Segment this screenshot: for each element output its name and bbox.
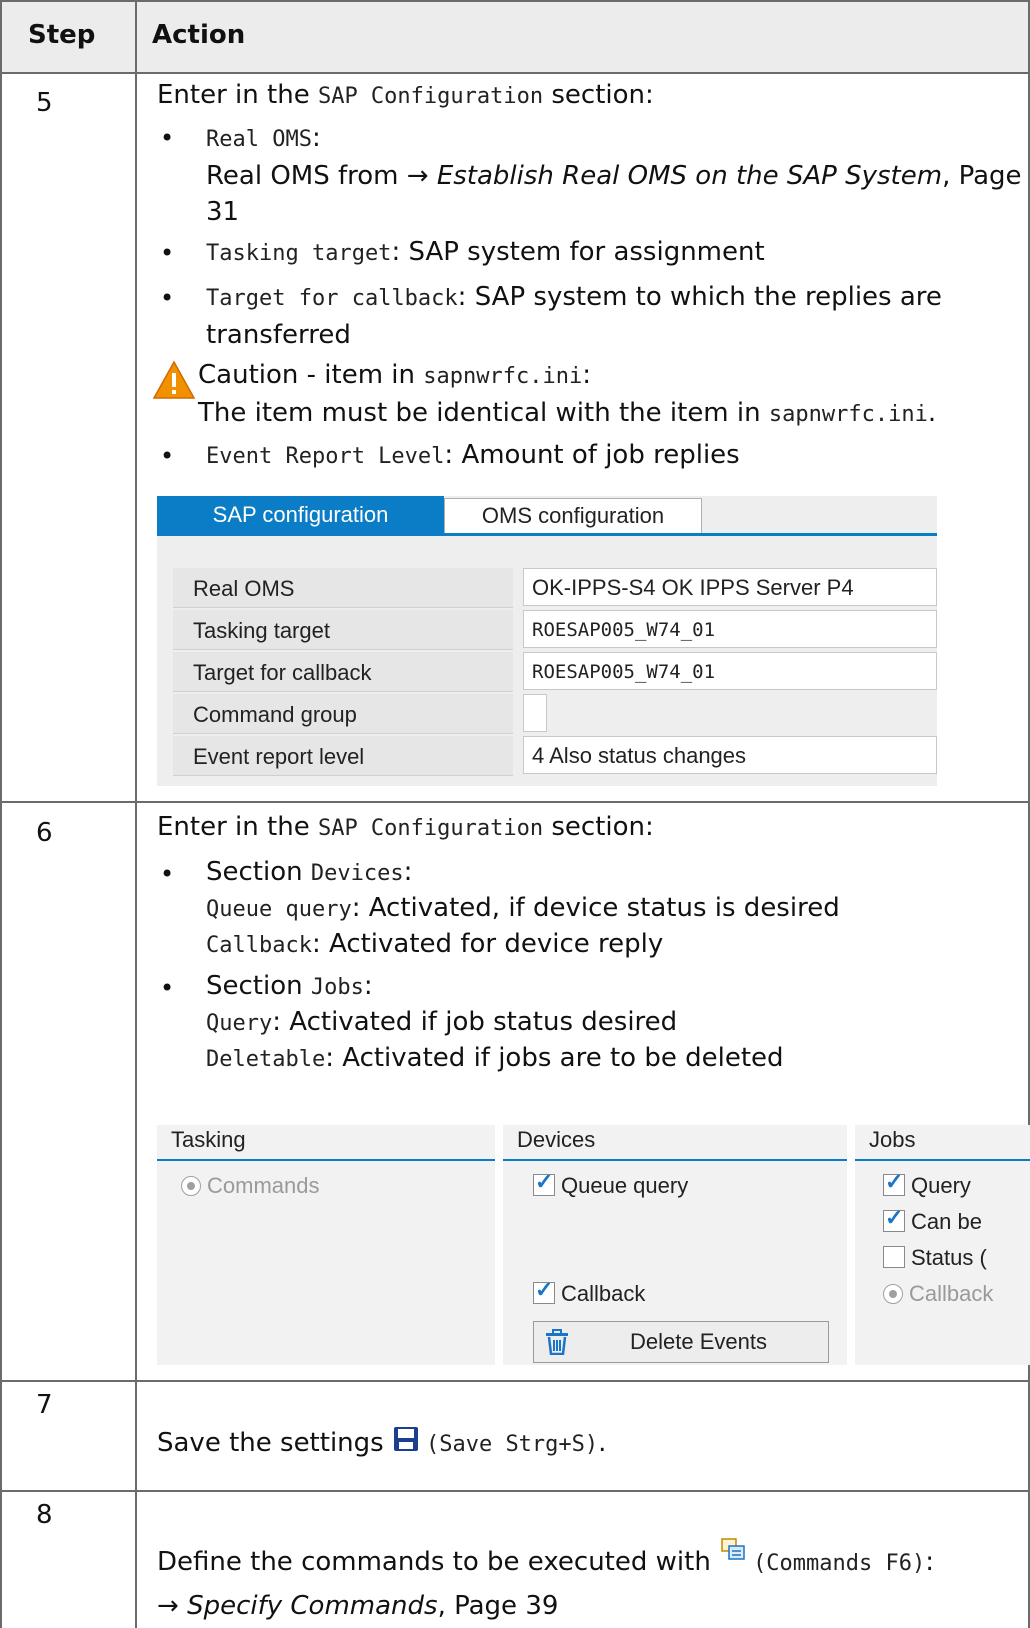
field-label: Target for callback bbox=[173, 652, 513, 692]
table-border-right bbox=[1028, 0, 1030, 1628]
save-icon bbox=[392, 1425, 420, 1453]
radio-commands[interactable]: Commands bbox=[181, 1173, 319, 1199]
bullet-section-devices: Section Devices: Queue query: Activated,… bbox=[206, 857, 840, 959]
delete-events-label: Delete Events bbox=[630, 1329, 767, 1354]
tab-sap-configuration[interactable]: SAP configuration bbox=[157, 496, 444, 534]
field-row-event-report: Event report level 4 Also status changes bbox=[173, 736, 937, 778]
column-divider bbox=[135, 0, 137, 1628]
group-jobs: Jobs Query Can be Status ( Callback bbox=[855, 1125, 1030, 1365]
row-divider bbox=[0, 1490, 1030, 1492]
checkbox-can-be-deleted[interactable]: Can be bbox=[883, 1205, 982, 1235]
step-number: 8 bbox=[36, 1500, 53, 1530]
bullet-dot: • bbox=[160, 284, 175, 312]
group-title: Tasking bbox=[171, 1127, 246, 1152]
group-tasking: Tasking Commands bbox=[157, 1125, 495, 1365]
field-label: Real OMS bbox=[173, 568, 513, 608]
real-oms-field[interactable]: OK-IPPS-S4 OK IPPS Server P4 bbox=[523, 568, 937, 606]
group-underline bbox=[855, 1159, 1030, 1161]
checkbox-checked-icon bbox=[883, 1205, 905, 1232]
table-border-left bbox=[0, 0, 2, 1628]
checkbox-callback[interactable]: Callback bbox=[533, 1277, 645, 1307]
table-border-top bbox=[0, 0, 1030, 2]
target-callback-field[interactable]: ROESAP005_W74_01 bbox=[523, 652, 937, 690]
step-intro: Enter in the SAP Configuration section: bbox=[157, 812, 654, 842]
group-title: Devices bbox=[517, 1127, 596, 1152]
bullet-dot: • bbox=[160, 974, 175, 1002]
row-divider bbox=[0, 801, 1030, 803]
step-number: 6 bbox=[36, 818, 53, 848]
bullet-dot: • bbox=[160, 860, 175, 888]
checkbox-jobs-query[interactable]: Query bbox=[883, 1169, 971, 1199]
trash-icon bbox=[544, 1329, 570, 1356]
radio-jobs-callback[interactable]: Callback bbox=[883, 1281, 993, 1307]
command-group-field[interactable] bbox=[523, 694, 547, 732]
header-step: Step bbox=[28, 20, 96, 50]
caution-note: Caution - item in sapnwrfc.ini: The item… bbox=[198, 360, 937, 428]
step-save-text: Save the settings (Save Strg+S). bbox=[157, 1425, 606, 1462]
tab-underline bbox=[157, 533, 937, 536]
checkbox-checked-icon bbox=[533, 1277, 555, 1304]
field-row-command-group: Command group bbox=[173, 694, 937, 736]
tasking-target-field[interactable]: ROESAP005_W74_01 bbox=[523, 610, 937, 648]
checkbox-queue-query[interactable]: Queue query bbox=[533, 1169, 688, 1199]
field-label: Tasking target bbox=[173, 610, 513, 650]
radio-selected-icon bbox=[181, 1176, 201, 1196]
step-intro: Enter in the SAP Configuration section: bbox=[157, 80, 654, 110]
bullet-dot: • bbox=[160, 442, 175, 470]
bullet-real-oms: Real OMS: Real OMS from → Establish Real… bbox=[206, 123, 1022, 227]
row-divider bbox=[0, 72, 1030, 74]
bullet-event-report: Event Report Level: Amount of job replie… bbox=[206, 440, 740, 470]
step-number: 5 bbox=[36, 88, 53, 118]
sap-config-screenshot: SAP configuration OMS configuration Real… bbox=[157, 496, 937, 786]
sap-options-screenshot: Tasking Commands Devices Queue query Cal… bbox=[157, 1125, 1030, 1365]
field-row-tasking-target: Tasking target ROESAP005_W74_01 bbox=[173, 610, 937, 652]
group-title: Jobs bbox=[869, 1127, 916, 1152]
group-underline bbox=[503, 1159, 847, 1161]
field-label: Event report level bbox=[173, 736, 513, 776]
bullet-dot: • bbox=[160, 124, 175, 152]
step-commands-text: Define the commands to be executed with … bbox=[157, 1535, 934, 1627]
group-underline bbox=[157, 1159, 495, 1161]
checkbox-checked-icon bbox=[533, 1169, 555, 1196]
commands-icon bbox=[719, 1535, 747, 1563]
radio-selected-icon bbox=[883, 1284, 903, 1304]
warning-icon bbox=[152, 360, 196, 400]
row-divider bbox=[0, 1380, 1030, 1382]
bullet-tasking-target: Tasking target: SAP system for assignmen… bbox=[206, 237, 765, 267]
checkbox-unchecked-icon bbox=[883, 1246, 905, 1268]
event-report-level-field[interactable]: 4 Also status changes bbox=[523, 736, 937, 774]
bullet-target-callback: Target for callback: SAP system to which… bbox=[206, 282, 942, 350]
header-action: Action bbox=[152, 20, 246, 50]
field-row-real-oms: Real OMS OK-IPPS-S4 OK IPPS Server P4 bbox=[173, 568, 937, 610]
field-label: Command group bbox=[173, 694, 513, 734]
bullet-section-jobs: Section Jobs: Query: Activated if job st… bbox=[206, 971, 784, 1073]
checkbox-status[interactable]: Status ( bbox=[883, 1245, 987, 1271]
tab-oms-configuration[interactable]: OMS configuration bbox=[444, 498, 702, 534]
bullet-dot: • bbox=[160, 239, 175, 267]
step-number: 7 bbox=[36, 1390, 53, 1420]
delete-events-button[interactable]: Delete Events bbox=[533, 1321, 829, 1363]
checkbox-checked-icon bbox=[883, 1169, 905, 1196]
field-row-target-callback: Target for callback ROESAP005_W74_01 bbox=[173, 652, 937, 694]
